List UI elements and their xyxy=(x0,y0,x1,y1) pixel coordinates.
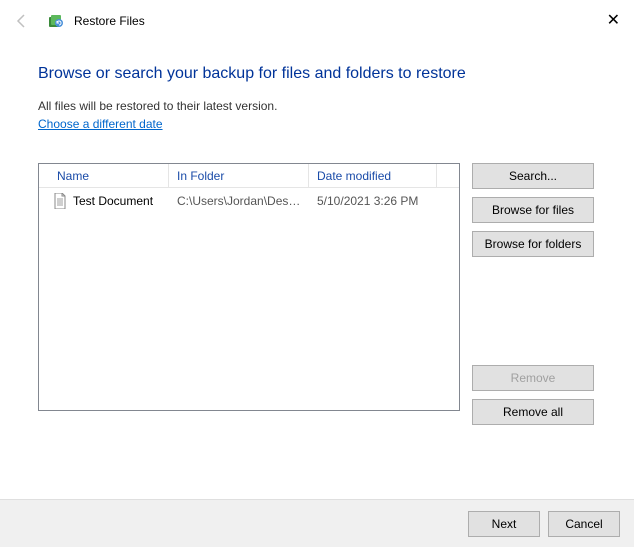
browse-folders-button[interactable]: Browse for folders xyxy=(472,231,594,257)
next-button[interactable]: Next xyxy=(468,511,540,537)
cell-folder: C:\Users\Jordan\Deskt... xyxy=(169,194,309,208)
choose-date-link[interactable]: Choose a different date xyxy=(38,117,163,131)
cancel-button[interactable]: Cancel xyxy=(548,511,620,537)
side-buttons: Search... Browse for files Browse for fo… xyxy=(472,163,594,425)
cell-date: 5/10/2021 3:26 PM xyxy=(309,194,437,208)
remove-button: Remove xyxy=(472,365,594,391)
close-icon[interactable]: ✕ xyxy=(607,10,620,30)
column-header-spacer xyxy=(437,164,459,187)
subtext: All files will be restored to their late… xyxy=(38,99,596,113)
table-row[interactable]: Test Document C:\Users\Jordan\Deskt... 5… xyxy=(39,188,459,212)
search-button[interactable]: Search... xyxy=(472,163,594,189)
footer: Next Cancel xyxy=(0,499,634,547)
column-headers: Name In Folder Date modified xyxy=(39,164,459,188)
restore-files-icon xyxy=(48,13,64,29)
header: Restore Files xyxy=(0,0,634,29)
back-arrow-icon[interactable] xyxy=(14,13,30,29)
column-header-name[interactable]: Name xyxy=(39,164,169,187)
remove-all-button[interactable]: Remove all xyxy=(472,399,594,425)
page-heading: Browse or search your backup for files a… xyxy=(38,65,596,83)
browse-files-button[interactable]: Browse for files xyxy=(472,197,594,223)
column-header-folder[interactable]: In Folder xyxy=(169,164,309,187)
file-list[interactable]: Name In Folder Date modified Test Docume… xyxy=(38,163,460,411)
cell-name: Test Document xyxy=(73,194,153,208)
window-title: Restore Files xyxy=(74,14,145,28)
column-header-date[interactable]: Date modified xyxy=(309,164,437,187)
document-icon xyxy=(53,193,67,209)
